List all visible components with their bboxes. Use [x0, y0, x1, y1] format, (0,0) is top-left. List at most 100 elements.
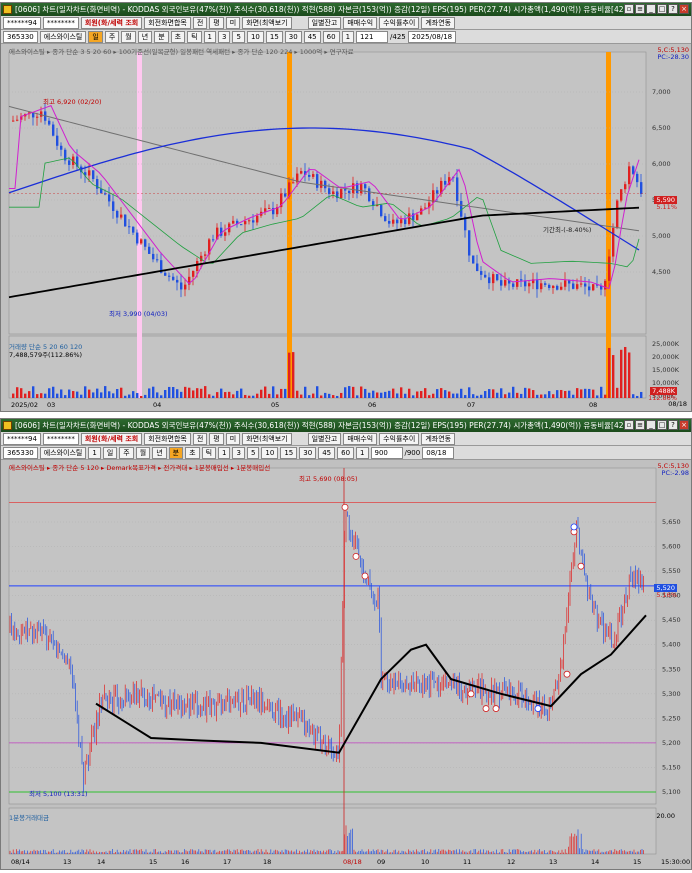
unfilled-button[interactable]: 미: [225, 16, 241, 29]
volume-bar: [184, 386, 187, 398]
stock-code-input[interactable]: 365330: [3, 446, 38, 459]
candle-body: [640, 182, 643, 194]
trade-profit-button[interactable]: 매매수익: [343, 432, 378, 445]
interval-5-button[interactable]: 5: [246, 446, 260, 459]
minute-chart-window: [0606] 차트(일자차트(화면비역) - KODDAS 외국인보유(47%(…: [0, 418, 692, 870]
period-day-button[interactable]: 일: [88, 30, 103, 43]
interval-10-button[interactable]: 10: [246, 30, 264, 43]
volume-bar: [112, 393, 115, 398]
restore-icon[interactable]: ▫: [624, 420, 634, 430]
interval-10-button[interactable]: 10: [261, 446, 279, 459]
stock-name-field[interactable]: 에스와이스틸: [39, 30, 87, 43]
interval-1-button[interactable]: 1: [218, 446, 231, 459]
daily-current-pct: 5.11%: [656, 203, 677, 211]
volume-bar: [120, 387, 123, 398]
period-month-button[interactable]: 월: [135, 446, 151, 459]
unfilled-button[interactable]: 미: [225, 432, 241, 445]
period-week-button[interactable]: 주: [104, 30, 120, 43]
rotate-screen-button[interactable]: 회전화면합목: [144, 432, 191, 445]
menu-icon[interactable]: ≡: [635, 420, 645, 430]
interval-45-button[interactable]: 45: [303, 30, 321, 43]
account-toolbar: ******94 ******** 회원(화/세력 조회 회전화면합목 전 평 …: [1, 432, 691, 446]
password-field[interactable]: ********: [42, 16, 79, 29]
menu-icon[interactable]: ≡: [635, 4, 645, 14]
volume-tick-label: 25,000K: [652, 340, 680, 348]
date-input[interactable]: 08/18: [422, 446, 455, 459]
interval-60-button[interactable]: 60: [337, 446, 355, 459]
interval-custom-button[interactable]: 1: [356, 446, 369, 459]
stock-name-field[interactable]: 에스와이스틸: [39, 446, 87, 459]
interval-5-button[interactable]: 5: [232, 30, 245, 43]
bar-count-input[interactable]: 900: [370, 446, 403, 459]
daily-chart-titlebar[interactable]: [0606] 차트(일자차트(화면비역) - KODDAS 외국인보유(47%(…: [1, 3, 691, 16]
period-minute-button[interactable]: 분: [154, 30, 169, 43]
account-select[interactable]: ******94: [3, 16, 41, 29]
maximize-icon[interactable]: □: [657, 420, 667, 430]
daily-balance-button[interactable]: 일별잔고: [307, 16, 342, 29]
minute-chart-area[interactable]: 5,650 5,600 5,550 5,500 5,450 5,400 5,350 5,300…: [1, 460, 691, 869]
interval-custom-button[interactable]: 1: [341, 30, 355, 43]
period-week-button[interactable]: 주: [119, 446, 134, 459]
minimize-icon[interactable]: _: [646, 420, 656, 430]
candle-body: [168, 275, 171, 277]
profit-trend-button[interactable]: 수익률추이: [379, 432, 420, 445]
maximize-icon[interactable]: □: [657, 4, 667, 14]
period-year-button[interactable]: 년: [152, 446, 167, 459]
account-link-button[interactable]: 계좌연동: [421, 16, 456, 29]
interval-15-button[interactable]: 15: [280, 446, 298, 459]
period-second-button[interactable]: 초: [185, 446, 200, 459]
interval-45-button[interactable]: 45: [318, 446, 336, 459]
interval-60-button[interactable]: 60: [322, 30, 340, 43]
daily-chart-area[interactable]: 7,0006,5006,0005,5005,0004,50025,000K20,…: [1, 44, 691, 411]
close-icon[interactable]: ×: [679, 4, 689, 14]
tick-count-field[interactable]: 1: [88, 446, 101, 459]
period-minute-button[interactable]: 분: [168, 446, 184, 459]
profit-trend-button[interactable]: 수익률추이: [379, 16, 420, 29]
member-inquiry-button[interactable]: 회원(화/세력 조회: [80, 16, 143, 29]
daily-balance-button[interactable]: 일별잔고: [307, 432, 342, 445]
date-tick-label: 14: [97, 858, 105, 866]
interval-3-button[interactable]: 3: [218, 30, 231, 43]
minute-chart-svg[interactable]: 5,6505,6005,5505,5005,4505,4005,3505,300…: [1, 460, 691, 869]
prev-button[interactable]: 전: [192, 432, 208, 445]
account-select[interactable]: ******94: [3, 432, 41, 445]
interval-30-button[interactable]: 30: [284, 30, 302, 43]
interval-3-button[interactable]: 3: [232, 446, 245, 459]
help-icon[interactable]: ?: [668, 420, 678, 430]
date-input[interactable]: 2025/08/18: [407, 30, 457, 43]
period-day-button[interactable]: 일: [102, 446, 118, 459]
period-tick-button[interactable]: 틱: [201, 446, 217, 459]
trade-profit-button[interactable]: 매매수익: [343, 16, 378, 29]
screen-view-button[interactable]: 화면(최액보기: [242, 16, 292, 29]
password-field[interactable]: ********: [42, 432, 79, 445]
volume-bar: [496, 392, 499, 398]
avg-button[interactable]: 평: [209, 16, 224, 29]
price-tick-label: 5,550: [662, 567, 681, 575]
restore-icon[interactable]: ▫: [624, 4, 634, 14]
interval-1-button[interactable]: 1: [203, 30, 217, 43]
close-icon[interactable]: ×: [679, 420, 689, 430]
avg-button[interactable]: 평: [209, 432, 224, 445]
account-link-button[interactable]: 계좌연동: [421, 432, 456, 445]
period-tick-button[interactable]: 틱: [187, 30, 202, 43]
help-icon[interactable]: ?: [668, 4, 678, 14]
period-month-button[interactable]: 월: [121, 30, 136, 43]
candle-body: [544, 283, 547, 285]
minute-chart-titlebar[interactable]: [0606] 차트(일자차트(화면비역) - KODDAS 외국인보유(47%(…: [1, 419, 691, 432]
volume-bar: [492, 389, 495, 398]
member-inquiry-button[interactable]: 회원(화/세력 조회: [80, 432, 143, 445]
bar-count-input[interactable]: 121: [356, 30, 389, 43]
volume-bar: [580, 389, 583, 398]
period-year-button[interactable]: 년: [137, 30, 153, 43]
daily-top-right-pc: PC:-28.30: [657, 53, 689, 61]
interval-30-button[interactable]: 30: [299, 446, 317, 459]
prev-button[interactable]: 전: [192, 16, 208, 29]
volume-bar: [628, 352, 631, 398]
stock-code-input[interactable]: 365330: [3, 30, 38, 43]
period-second-button[interactable]: 초: [170, 30, 186, 43]
screen-view-button[interactable]: 화면(최액보기: [242, 432, 292, 445]
minimize-icon[interactable]: _: [646, 4, 656, 14]
rotate-screen-button[interactable]: 회전화면합목: [144, 16, 191, 29]
price-tick-label: 5,400: [662, 641, 681, 649]
interval-15-button[interactable]: 15: [265, 30, 283, 43]
